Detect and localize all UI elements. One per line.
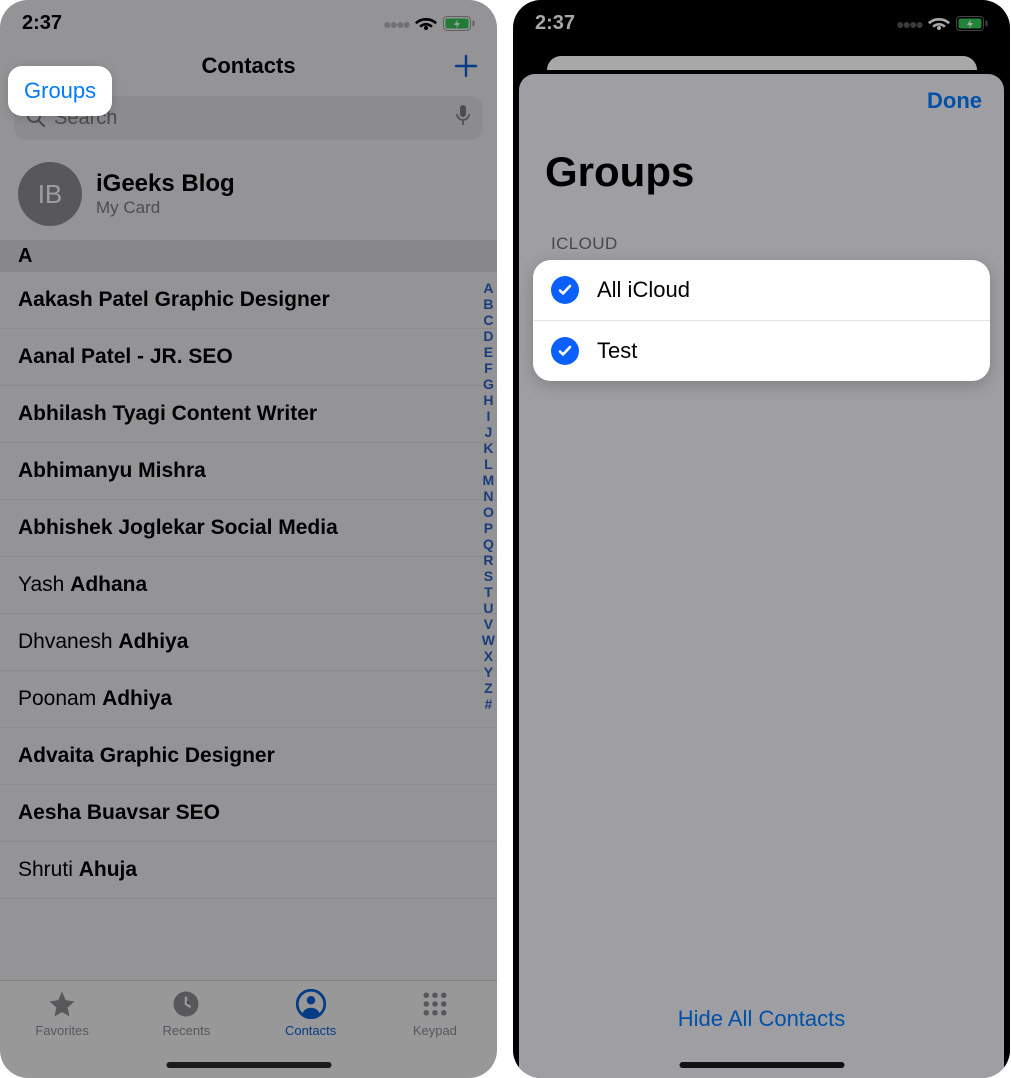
contacts-icon xyxy=(296,989,326,1019)
status-time: 2:37 xyxy=(22,12,62,35)
my-card-sub: My Card xyxy=(96,198,235,218)
contact-row[interactable]: Poonam Adhiya xyxy=(0,671,497,728)
index-letter[interactable]: S xyxy=(484,568,493,584)
home-indicator[interactable] xyxy=(679,1062,844,1068)
contact-row[interactable]: Advaita Graphic Designer xyxy=(0,728,497,785)
index-letter[interactable]: Y xyxy=(484,664,493,680)
hide-all-contacts-button[interactable]: Hide All Contacts xyxy=(519,1006,1004,1032)
my-card[interactable]: IB iGeeks Blog My Card xyxy=(0,148,497,241)
checkmark-icon xyxy=(551,276,579,304)
battery-charging-icon xyxy=(443,16,475,31)
contact-row[interactable]: Dhvanesh Adhiya xyxy=(0,614,497,671)
section-header: A xyxy=(0,241,497,272)
index-letter[interactable]: E xyxy=(484,344,493,360)
cellular-signal-icon: ●●●● xyxy=(896,16,922,32)
index-letter[interactable]: J xyxy=(484,424,492,440)
status-icons: ●●●● xyxy=(896,16,988,32)
clock-icon xyxy=(171,989,201,1019)
index-letter[interactable]: # xyxy=(484,696,492,712)
tab-keypad[interactable]: Keypad xyxy=(375,989,494,1078)
index-letter[interactable]: H xyxy=(483,392,493,408)
star-icon xyxy=(47,989,77,1019)
sheet-title: Groups xyxy=(519,128,1004,210)
sheet-handle xyxy=(547,56,977,70)
alphabet-index[interactable]: ABCDEFGHIJKLMNOPQRSTUVWXYZ# xyxy=(482,280,495,712)
groups-button-label: Groups xyxy=(24,78,96,103)
my-card-text: iGeeks Blog My Card xyxy=(96,170,235,218)
index-letter[interactable]: A xyxy=(483,280,493,296)
wifi-icon xyxy=(415,16,437,32)
group-row[interactable]: Test xyxy=(533,320,990,381)
contact-row[interactable]: Abhimanyu Mishra xyxy=(0,443,497,500)
index-letter[interactable]: G xyxy=(483,376,494,392)
index-letter[interactable]: M xyxy=(483,472,495,488)
index-letter[interactable]: R xyxy=(483,552,493,568)
index-letter[interactable]: F xyxy=(484,360,493,376)
tab-favorites[interactable]: Favorites xyxy=(2,989,121,1078)
group-label: All iCloud xyxy=(597,277,690,303)
checkmark-icon xyxy=(551,337,579,365)
done-button[interactable]: Done xyxy=(927,88,982,114)
index-letter[interactable]: W xyxy=(482,632,495,648)
index-letter[interactable]: L xyxy=(484,456,493,472)
contacts-screen: 2:37 ●●●● Contacts Groups Search IB iGee… xyxy=(0,0,497,1078)
contact-row[interactable]: Aanal Patel - JR. SEO xyxy=(0,329,497,386)
groups-sheet: Done Groups ICLOUD Hide All Contacts xyxy=(519,74,1004,1078)
cellular-signal-icon: ●●●● xyxy=(383,16,409,32)
index-letter[interactable]: P xyxy=(484,520,493,536)
index-letter[interactable]: D xyxy=(483,328,493,344)
plus-icon xyxy=(452,52,480,80)
status-time: 2:37 xyxy=(535,12,575,35)
index-letter[interactable]: C xyxy=(483,312,493,328)
contact-row[interactable]: Shruti Ahuja xyxy=(0,842,497,899)
groups-screen: 2:37 ●●●● Done Groups ICLOUD Hide All Co… xyxy=(513,0,1010,1078)
index-letter[interactable]: B xyxy=(483,296,493,312)
index-letter[interactable]: U xyxy=(483,600,493,616)
dictate-button[interactable] xyxy=(455,104,471,132)
index-letter[interactable]: O xyxy=(483,504,494,520)
status-bar: 2:37 ●●●● xyxy=(0,0,497,44)
avatar: IB xyxy=(18,162,82,226)
index-letter[interactable]: Z xyxy=(484,680,493,696)
wifi-icon xyxy=(928,16,950,32)
index-letter[interactable]: Q xyxy=(483,536,494,552)
groups-list: All iCloud Test xyxy=(533,260,990,381)
mic-icon xyxy=(455,104,471,126)
group-label: Test xyxy=(597,338,637,364)
contact-row[interactable]: Yash Adhana xyxy=(0,557,497,614)
group-section-label: ICLOUD xyxy=(519,210,1004,262)
add-contact-button[interactable] xyxy=(449,49,483,83)
contact-row[interactable]: Aesha Buavsar SEO xyxy=(0,785,497,842)
home-indicator[interactable] xyxy=(166,1062,331,1068)
contact-row[interactable]: Abhishek Joglekar Social Media xyxy=(0,500,497,557)
contact-list[interactable]: Aakash Patel Graphic DesignerAanal Patel… xyxy=(0,272,497,899)
my-card-name: iGeeks Blog xyxy=(96,170,235,198)
index-letter[interactable]: X xyxy=(484,648,493,664)
groups-button[interactable]: Groups xyxy=(8,66,112,116)
battery-charging-icon xyxy=(956,16,988,31)
index-letter[interactable]: N xyxy=(483,488,493,504)
keypad-icon xyxy=(420,989,450,1019)
contact-row[interactable]: Abhilash Tyagi Content Writer xyxy=(0,386,497,443)
sheet-nav: Done xyxy=(519,74,1004,128)
status-icons: ●●●● xyxy=(383,16,475,32)
index-letter[interactable]: V xyxy=(484,616,493,632)
group-row[interactable]: All iCloud xyxy=(533,260,990,320)
index-letter[interactable]: I xyxy=(486,408,490,424)
index-letter[interactable]: K xyxy=(483,440,493,456)
status-bar: 2:37 ●●●● xyxy=(513,0,1010,44)
contact-row[interactable]: Aakash Patel Graphic Designer xyxy=(0,272,497,329)
index-letter[interactable]: T xyxy=(484,584,493,600)
